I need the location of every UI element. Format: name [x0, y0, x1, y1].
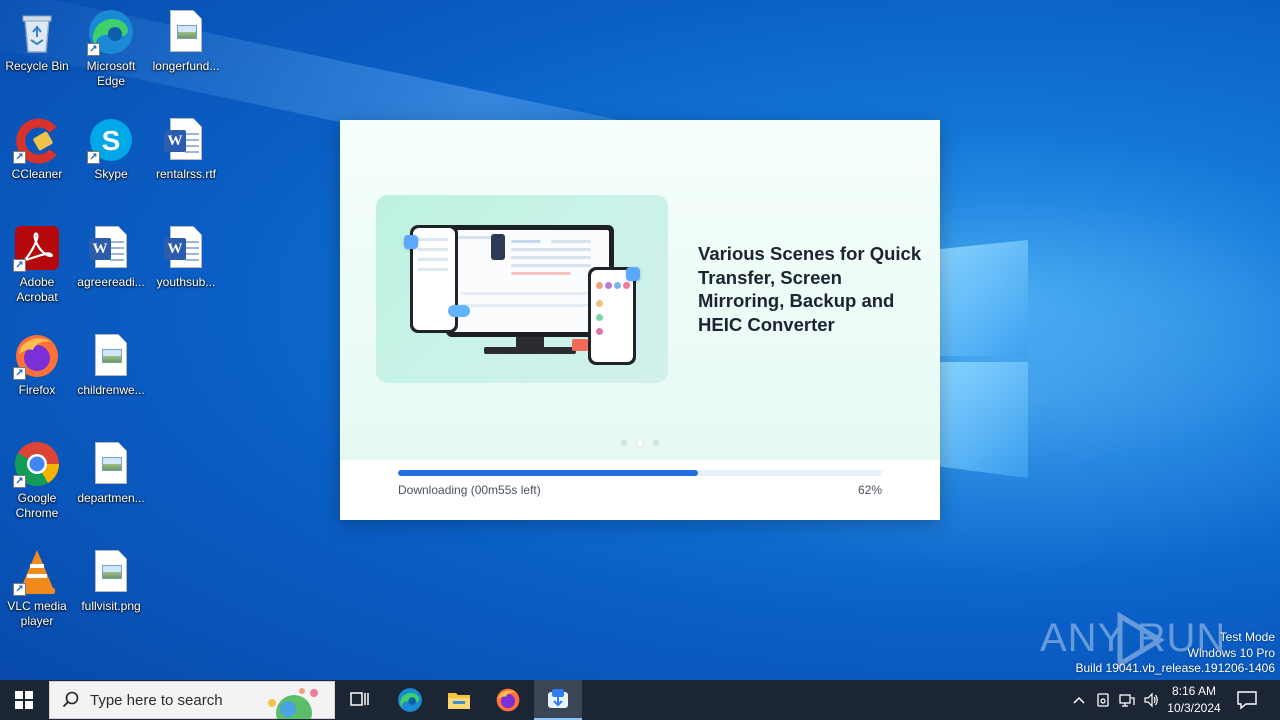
desktop-icon-vlc[interactable]: ↗ VLC media player — [0, 548, 74, 629]
image-file-icon — [162, 8, 210, 56]
clock-time: 8:16 AM — [1171, 684, 1217, 698]
desktop-icon-label: VLC media player — [7, 599, 67, 628]
volume-icon[interactable] — [1143, 692, 1159, 708]
desktop-icon-label: CCleaner — [11, 167, 63, 181]
taskbar-search-box[interactable]: Type here to search — [49, 681, 335, 719]
image-file-icon — [87, 332, 135, 380]
desktop-icon-microsoft-edge[interactable]: ↗ Microsoft Edge — [74, 8, 148, 89]
download-progress-fill — [398, 470, 699, 476]
desktop-icon-childrenwe[interactable]: childrenwe... — [74, 332, 148, 398]
windows-start-icon — [15, 691, 33, 709]
word-document-icon: W — [87, 224, 135, 272]
image-file-icon — [87, 440, 135, 488]
windows-edition-label: Windows 10 Pro — [1187, 645, 1275, 660]
slide-dot[interactable] — [637, 440, 643, 446]
desktop-icon-agreereadi[interactable]: W agreereadi... — [74, 224, 148, 290]
desktop-icon-label: agreereadi... — [77, 275, 145, 289]
slide-dot[interactable] — [621, 440, 627, 446]
desktop-icon-label: departmen... — [77, 491, 145, 505]
desktop-icon-longerfund[interactable]: longerfund... — [149, 8, 223, 74]
cloud-icon — [448, 305, 470, 317]
app-badge-icon — [404, 235, 418, 249]
installer-headline: Various Scenes for Quick Transfer, Scree… — [698, 243, 922, 335]
installer-app-icon — [548, 689, 568, 708]
slide-dot[interactable] — [653, 440, 659, 446]
clock-date: 10/3/2024 — [1167, 701, 1221, 715]
edge-icon: ↗ — [87, 8, 135, 56]
desktop-icon-firefox[interactable]: ↗ Firefox — [0, 332, 74, 398]
device-tray-icon[interactable] — [1095, 692, 1111, 708]
desktop-icon-rentalrss[interactable]: W rentalrss.rtf — [149, 116, 223, 182]
action-center-icon[interactable] — [1236, 690, 1258, 710]
phone-right-illustration — [588, 267, 636, 365]
wallpaper-windows-logo — [938, 240, 1030, 480]
desktop-icon-label: rentalrss.rtf — [155, 167, 216, 181]
search-placeholder: Type here to search — [90, 691, 223, 709]
task-view-icon — [350, 692, 369, 706]
image-file-icon — [87, 548, 135, 596]
desktop-icon-label: longerfund... — [152, 59, 220, 73]
word-document-icon: W — [162, 116, 210, 164]
desktop-icon-skype[interactable]: S ↗ Skype — [74, 116, 148, 182]
desktop-icon-google-chrome[interactable]: ↗ Google Chrome — [0, 440, 74, 521]
edge-icon — [398, 688, 422, 712]
desktop-icon-recycle-bin[interactable]: Recycle Bin — [0, 8, 74, 74]
desktop-icon-label: fullvisit.png — [81, 599, 141, 613]
file-explorer-icon — [448, 693, 470, 709]
taskbar-firefox[interactable] — [484, 680, 532, 720]
taskbar: Type here to search 8:16 AM 10/3/2024 — [0, 680, 1280, 720]
start-button[interactable] — [0, 680, 48, 720]
chrome-icon: ↗ — [13, 440, 61, 488]
taskbar-clock[interactable]: 8:16 AM 10/3/2024 — [1160, 683, 1228, 717]
vlc-icon: ↗ — [13, 548, 61, 596]
search-highlight-illustration — [268, 688, 318, 719]
desktop-icon-adobe-acrobat[interactable]: ↗ Adobe Acrobat — [0, 224, 74, 305]
desktop-icon-departmen[interactable]: departmen... — [74, 440, 148, 506]
word-document-icon: W — [162, 224, 210, 272]
installer-hero: Various Scenes for Quick Transfer, Scree… — [340, 120, 940, 460]
slide-indicator — [340, 440, 940, 446]
acrobat-icon: ↗ — [13, 224, 61, 272]
desktop-icon-label: Adobe Acrobat — [16, 275, 58, 304]
desktop-icon-ccleaner[interactable]: ↗ CCleaner — [0, 116, 74, 182]
desktop-icon-label: Microsoft Edge — [86, 59, 136, 88]
taskbar-installer-app[interactable] — [534, 680, 582, 720]
taskbar-file-explorer[interactable] — [435, 680, 483, 720]
firefox-icon — [496, 688, 520, 712]
download-progress-bar — [398, 470, 882, 476]
devices-illustration — [376, 195, 668, 383]
heic-badge-icon — [572, 339, 588, 351]
desktop-icon-fullvisit[interactable]: fullvisit.png — [74, 548, 148, 614]
download-status-text: Downloading (00m55s left) — [398, 483, 541, 497]
desktop-icon-label: youthsub... — [156, 275, 216, 289]
system-info: Test Mode Windows 10 Pro Build 19041.vb_… — [1076, 630, 1276, 677]
firefox-icon: ↗ — [13, 332, 61, 380]
desktop: Recycle Bin ↗ CCleaner ↗ Adobe Acrobat ↗… — [0, 0, 1280, 680]
download-percent-text: 62% — [857, 483, 882, 497]
svg-text:S: S — [102, 125, 121, 156]
app-badge-icon — [626, 267, 640, 281]
show-hidden-icons-chevron-icon[interactable] — [1071, 692, 1087, 708]
desktop-icon-label: Skype — [94, 167, 128, 181]
desktop-icon-label: Firefox — [18, 383, 56, 397]
ccleaner-icon: ↗ — [13, 116, 61, 164]
desktop-icon-label: Google Chrome — [15, 491, 59, 520]
skype-icon: S ↗ — [87, 116, 135, 164]
desktop-icon-label: Recycle Bin — [5, 59, 69, 73]
installer-window[interactable]: Various Scenes for Quick Transfer, Scree… — [340, 120, 940, 520]
search-icon — [62, 691, 79, 708]
recycle-bin-icon — [13, 8, 61, 56]
task-view-button[interactable] — [336, 680, 384, 720]
test-mode-label: Test Mode — [1219, 630, 1275, 644]
build-label: Build 19041.vb_release.191206-1406 — [1075, 661, 1276, 675]
network-icon[interactable] — [1119, 692, 1135, 708]
desktop-icon-label: childrenwe... — [77, 383, 145, 397]
taskbar-edge[interactable] — [386, 680, 434, 720]
desktop-icon-youthsub[interactable]: W youthsub... — [149, 224, 223, 290]
